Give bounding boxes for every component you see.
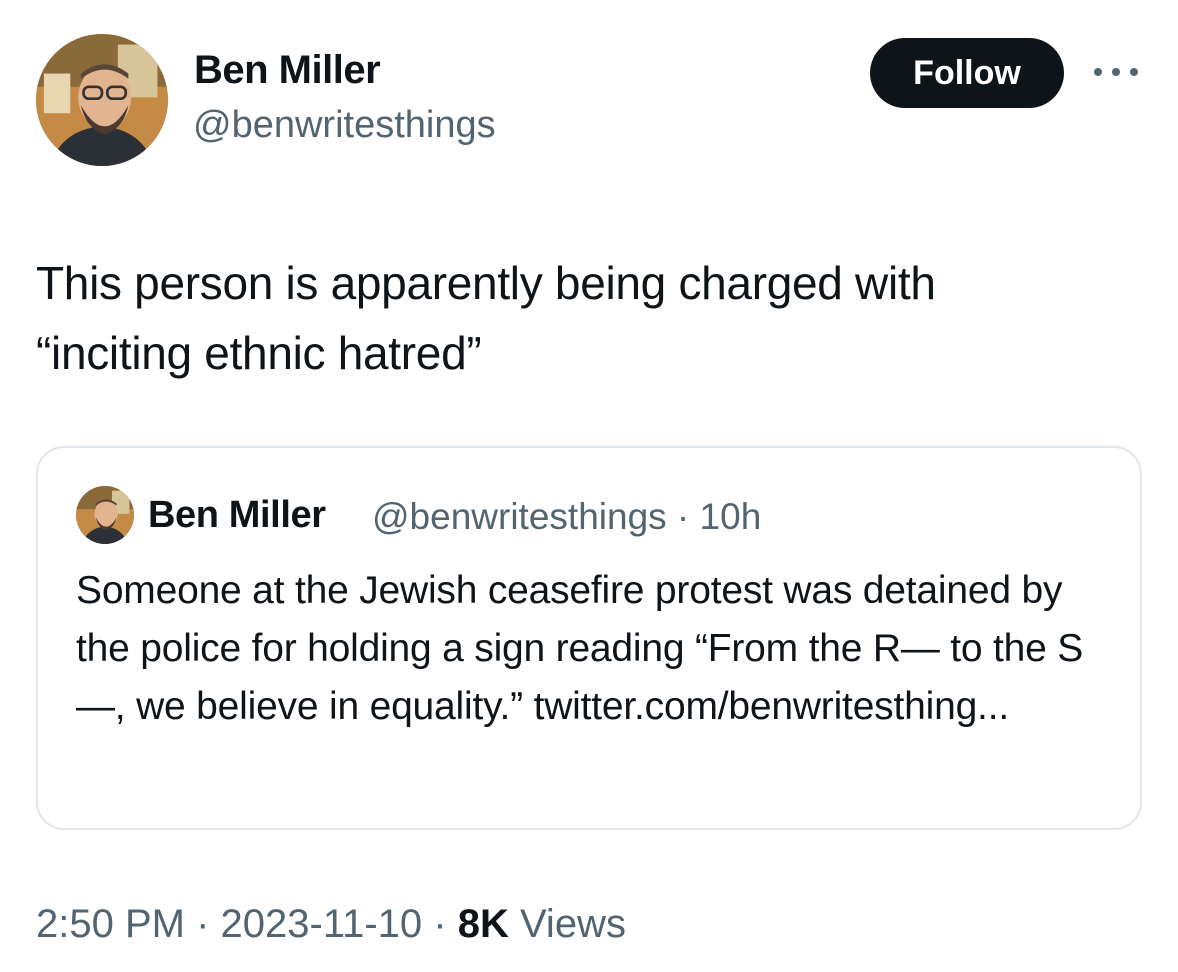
quoted-author-name: Ben Miller [148, 494, 326, 536]
tweet-meta: 2:50 PM · 2023-11-10 · 8K Views [36, 902, 626, 947]
tweet-date[interactable]: 2023-11-10 [221, 902, 423, 946]
quoted-author-handle: @benwritesthings [372, 496, 667, 537]
follow-button[interactable]: Follow [870, 38, 1064, 108]
author-name[interactable]: Ben Miller [194, 48, 381, 93]
author-handle[interactable]: @benwritesthings [193, 104, 496, 147]
profile-photo-icon [76, 486, 134, 544]
profile-photo-icon [36, 34, 168, 166]
tweet-text: This person is apparently being charged … [36, 257, 936, 379]
meta-separator: · [184, 902, 221, 946]
quoted-author-avatar [76, 486, 134, 544]
meta-separator: · [422, 902, 458, 946]
more-horizontal-icon[interactable] [1094, 64, 1138, 80]
views-label: Views [519, 902, 626, 946]
quoted-tweet-text: Someone at the Jewish ceasefire protest … [76, 569, 1084, 728]
author-avatar[interactable] [36, 34, 168, 166]
quoted-timestamp: 10h [699, 496, 762, 537]
quoted-meta: @benwritesthings · 10h [372, 496, 761, 538]
meta-separator: · [666, 496, 700, 537]
tweet-time[interactable]: 2:50 PM [36, 902, 185, 946]
views-count: 8K [457, 902, 509, 946]
